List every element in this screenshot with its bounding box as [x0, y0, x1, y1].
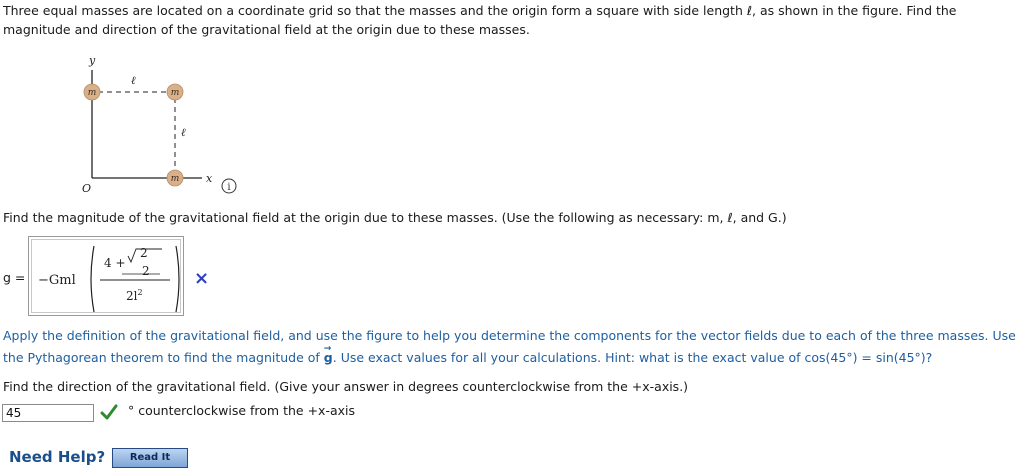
info-icon: i	[221, 178, 237, 194]
magnitude-answer-field[interactable]: −Gml 4 + 2 2 2l2	[28, 236, 184, 316]
question-direction: Find the direction of the gravitational …	[3, 379, 689, 394]
feedback-hint: Apply the definition of the gravitationa…	[3, 325, 1019, 369]
answer-denominator: 2l2	[126, 288, 143, 303]
read-it-button[interactable]: Read It	[112, 448, 188, 468]
incorrect-icon: ×	[194, 268, 210, 289]
answer-num-a: 4 +	[104, 256, 126, 270]
mass-top-right: m	[166, 83, 184, 101]
y-axis-label: y	[88, 54, 96, 67]
answer-inner-denominator: 2	[142, 264, 150, 278]
svg-text:m: m	[171, 88, 180, 98]
side-label-top: ℓ	[131, 74, 136, 87]
answer-prefix: −Gml	[38, 273, 76, 288]
vector-g: → g	[323, 344, 333, 365]
mass-bottom-right: m	[166, 169, 184, 187]
side-label-right: ℓ	[181, 126, 186, 139]
question-magnitude: Find the magnitude of the gravitational …	[3, 210, 787, 225]
answer-sqrt-value: 2	[140, 246, 148, 260]
need-help-label: Need Help?	[9, 448, 106, 466]
answer-g-label: g =	[3, 270, 26, 285]
svg-text:i: i	[227, 182, 230, 193]
problem-intro: Three equal masses are located on a coor…	[3, 3, 957, 37]
correct-check-icon	[100, 404, 118, 420]
origin-label: O	[82, 182, 91, 195]
direction-unit-label: ° counterclockwise from the +x-axis	[128, 403, 355, 418]
x-axis-label: x	[206, 172, 213, 185]
mass-top-left: m	[83, 83, 101, 101]
svg-text:m: m	[171, 174, 180, 184]
problem-figure: m m m y x O ℓ ℓ i	[62, 52, 262, 200]
direction-answer-input[interactable]	[2, 404, 94, 422]
svg-text:m: m	[88, 88, 97, 98]
answer-fraction-graphic	[90, 245, 180, 313]
